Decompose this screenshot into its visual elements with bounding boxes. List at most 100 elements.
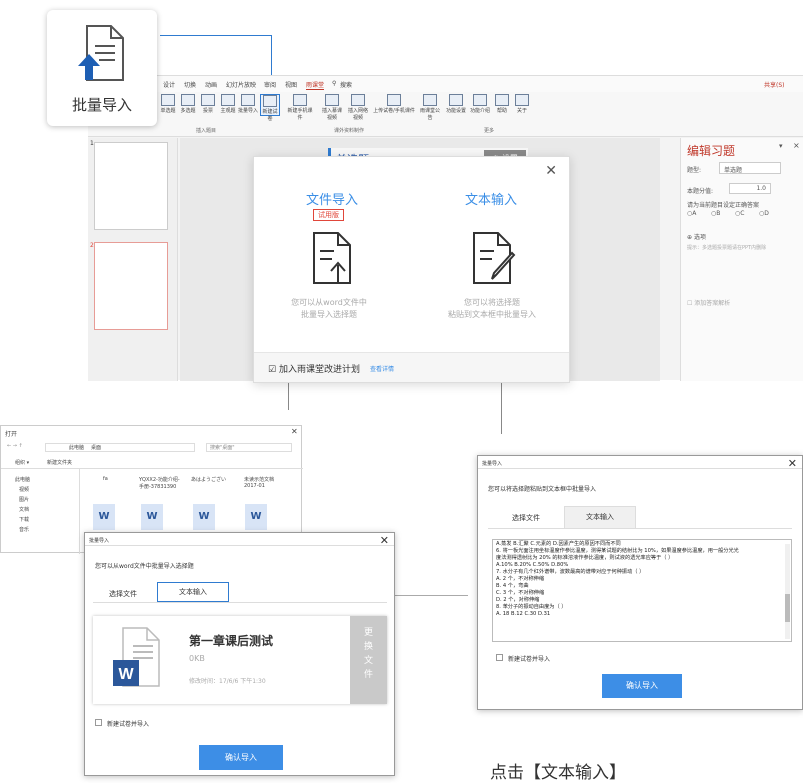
join-checkbox[interactable]: ☑ 加入雨课堂改进计划 bbox=[268, 362, 360, 375]
word-file-icon[interactable]: W bbox=[245, 504, 267, 530]
nav-music[interactable]: 音乐 bbox=[19, 526, 29, 533]
close-icon[interactable]: ✕ bbox=[545, 163, 557, 179]
file-label[interactable]: 未读示范文档 2017-01 bbox=[244, 476, 284, 489]
address-bar[interactable] bbox=[45, 443, 195, 452]
nav-downloads[interactable]: 下载 bbox=[19, 516, 29, 523]
option-b[interactable]: ○B bbox=[711, 210, 720, 217]
type-select[interactable]: 单选题 bbox=[719, 162, 781, 174]
selected-file-card: W 第一章课后测试 0KB 修改时间：17/6/6 下午1:30 更 换 文 件 bbox=[93, 616, 387, 704]
scrollbar[interactable] bbox=[785, 544, 790, 639]
option-c[interactable]: ○C bbox=[735, 210, 744, 217]
ribbon-intro[interactable]: 功能介绍 bbox=[470, 94, 490, 116]
tab-search[interactable]: 搜索 bbox=[340, 80, 352, 89]
detail-link[interactable]: 查看详情 bbox=[370, 364, 394, 373]
breadcrumb-pc[interactable]: 此电脑 bbox=[69, 444, 84, 451]
slide-thumbnail[interactable] bbox=[94, 142, 168, 230]
nav-videos[interactable]: 视频 bbox=[19, 486, 29, 493]
score-input[interactable]: 1.0 bbox=[729, 183, 771, 194]
document-upload-icon bbox=[78, 25, 124, 81]
divider bbox=[85, 545, 394, 546]
tab-yuketang[interactable]: 雨课堂 bbox=[306, 80, 325, 90]
ribbon-multi-choice[interactable]: 多选题 bbox=[178, 94, 198, 116]
group-extra-materials: 课外资料制作 bbox=[334, 128, 365, 134]
dialog-footer: ☑ 加入雨课堂改进计划 查看详情 bbox=[254, 352, 569, 382]
tab-view[interactable]: 视图 bbox=[285, 80, 297, 89]
word-file-icon[interactable]: W bbox=[93, 504, 115, 530]
ribbon-settings[interactable]: 功能设置 bbox=[446, 94, 466, 116]
search-field[interactable]: 搜索"桌面" bbox=[206, 443, 292, 452]
bulk-import-icon bbox=[241, 94, 255, 106]
ribbon-new-paper[interactable]: 新建试卷 bbox=[260, 94, 280, 122]
ribbon-bulk-import[interactable]: 批量导入 bbox=[238, 94, 258, 116]
breadcrumb-desktop[interactable]: 桌面 bbox=[91, 444, 101, 451]
word-file-icon[interactable]: W bbox=[193, 504, 215, 530]
ribbon-announcement[interactable]: 雨课堂公告 bbox=[418, 94, 442, 121]
confirm-import-button[interactable]: 确认导入 bbox=[199, 745, 283, 770]
settings-icon bbox=[449, 94, 463, 106]
globe-icon bbox=[423, 94, 437, 106]
tab-transitions[interactable]: 切换 bbox=[184, 80, 196, 89]
divider bbox=[1, 468, 303, 469]
ribbon-subjective[interactable]: 主观题 bbox=[218, 94, 238, 116]
search-icon[interactable]: ⚲ bbox=[332, 80, 336, 87]
bulk-import-file-dialog: 批量导入 ✕ 您可以从word文件中批量导入选择题 选择文件 文本输入 W 第一… bbox=[84, 532, 395, 776]
organize-menu[interactable]: 组织 ▾ bbox=[15, 459, 29, 466]
nav-documents[interactable]: 文档 bbox=[19, 506, 29, 513]
ribbon-about[interactable]: 关于 bbox=[512, 94, 532, 116]
tab-select-file[interactable]: 选择文件 bbox=[498, 513, 554, 523]
ribbon-new-mobile-courseware[interactable]: 新建手机课件 bbox=[286, 94, 314, 121]
svg-text:W: W bbox=[118, 666, 134, 683]
text-edit-icon[interactable] bbox=[470, 231, 518, 285]
word-file-icon[interactable]: W bbox=[141, 504, 163, 530]
upload-icon bbox=[387, 94, 401, 106]
file-label[interactable]: fa bbox=[103, 476, 108, 482]
share-button[interactable]: 共享(S) bbox=[764, 80, 785, 89]
tab-select-file[interactable]: 选择文件 bbox=[99, 589, 147, 599]
confirm-import-button[interactable]: 确认导入 bbox=[602, 674, 682, 698]
nav-pc[interactable]: 此电脑 bbox=[15, 476, 30, 483]
slide-thumbnail-pane: 1 2 bbox=[88, 138, 178, 381]
bulk-import-button[interactable]: 批量导入 bbox=[47, 10, 157, 126]
file-import-title[interactable]: 文件导入 bbox=[306, 189, 358, 208]
change-file-button[interactable]: 更 换 文 件 bbox=[350, 616, 387, 704]
tab-animations[interactable]: 动画 bbox=[205, 80, 217, 89]
pane-menu-icon[interactable]: ▾ bbox=[779, 142, 783, 150]
slide-thumbnail[interactable] bbox=[94, 242, 168, 330]
ribbon-insert-web-video[interactable]: 插入网络视频 bbox=[346, 94, 370, 121]
option-a[interactable]: ○A bbox=[687, 210, 696, 217]
explain-checkbox[interactable]: ☐ 添加答案解析 bbox=[687, 298, 730, 307]
new-folder-button[interactable]: 新建文件夹 bbox=[47, 459, 72, 466]
close-icon[interactable]: ✕ bbox=[291, 427, 298, 436]
new-paper-icon bbox=[263, 95, 277, 107]
tab-text-input[interactable]: 文本输入 bbox=[564, 506, 636, 528]
text-input-title[interactable]: 文本输入 bbox=[465, 189, 517, 208]
web-video-icon bbox=[351, 94, 365, 106]
help-icon bbox=[495, 94, 509, 106]
import-method-dialog: ✕ 文件导入 试用版 您可以从word文件中 批量导入选择题 文本输入 您可以将… bbox=[253, 156, 570, 383]
option-d[interactable]: ○D bbox=[759, 210, 769, 217]
ribbon-tabs: 设计 切换 动画 幻灯片放映 审阅 视图 雨课堂 ⚲ 搜索 共享(S) bbox=[88, 76, 803, 92]
tab-slideshow[interactable]: 幻灯片放映 bbox=[226, 80, 256, 89]
add-option-button[interactable]: ⊕ 选项 bbox=[687, 232, 706, 241]
tab-text-input[interactable]: 文本输入 bbox=[157, 582, 229, 602]
dialog-desc: 您可以将选择题粘贴到文本框中批量导入 bbox=[488, 486, 597, 493]
new-paper-checkbox[interactable] bbox=[95, 719, 102, 726]
ribbon-single-choice[interactable]: 单选题 bbox=[158, 94, 178, 116]
ribbon-vote[interactable]: 投票 bbox=[198, 94, 218, 116]
ribbon-insert-mooc[interactable]: 插入慕课视频 bbox=[320, 94, 344, 121]
file-upload-icon[interactable] bbox=[310, 231, 354, 285]
new-paper-checkbox[interactable] bbox=[496, 654, 503, 661]
ribbon-upload[interactable]: 上传试卷/手机课件 bbox=[372, 94, 416, 116]
tab-review[interactable]: 审阅 bbox=[264, 80, 276, 89]
close-icon[interactable]: × bbox=[793, 141, 800, 150]
back-arrow-icon[interactable]: ← → ↑ bbox=[7, 443, 23, 449]
nav-pictures[interactable]: 图片 bbox=[19, 496, 29, 503]
new-paper-label: 新建试卷并导入 bbox=[508, 656, 551, 663]
tab-design[interactable]: 设计 bbox=[163, 80, 175, 89]
question-text-area[interactable]: A.蒸发 B.汇聚 C.元素的 D.因素产生的原因不同而不同 6. 将一板光面注… bbox=[492, 539, 792, 642]
scrollbar-thumb[interactable] bbox=[785, 594, 790, 622]
ribbon-help[interactable]: 帮助 bbox=[492, 94, 512, 116]
file-label[interactable]: YQXX2-功能介绍-手册-37831390 bbox=[139, 476, 183, 490]
new-paper-label: 新建试卷并导入 bbox=[107, 721, 150, 728]
file-label[interactable]: あはようござい bbox=[191, 476, 231, 483]
